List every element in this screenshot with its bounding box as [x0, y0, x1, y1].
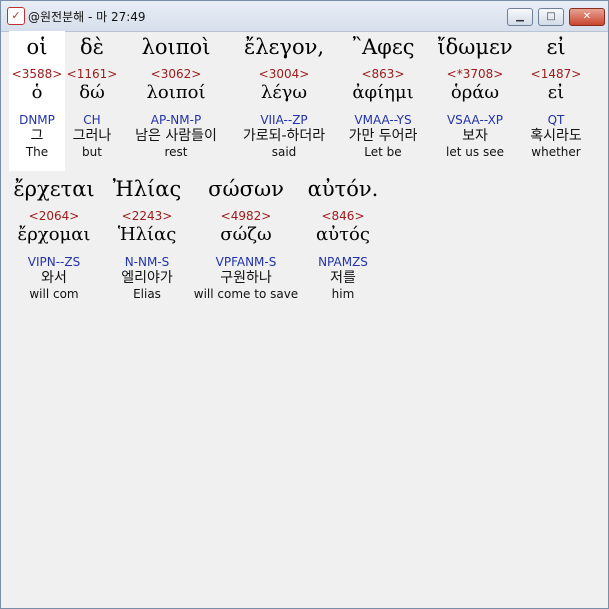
english-gloss: rest — [164, 145, 188, 159]
morphology-code: VIPN--ZS — [27, 255, 81, 269]
app-icon[interactable]: ✓ — [7, 7, 25, 25]
lemma: λοιποί — [146, 82, 206, 103]
greek-word: ἴδωμεν — [437, 35, 513, 59]
strong-number[interactable]: <1487> — [521, 67, 591, 81]
close-button[interactable]: ✕ — [569, 8, 605, 26]
strong-number[interactable]: <3062> — [123, 67, 229, 81]
strong-number[interactable]: <*3708> — [433, 67, 517, 81]
close-icon: ✕ — [582, 11, 592, 22]
interlinear-content: οἱ <3588> ὁ DNMP 그 The δὲ <1161> δώ CH 그… — [1, 31, 608, 608]
lemma: εἰ — [547, 82, 565, 103]
greek-word: ἔλεγον, — [243, 35, 325, 59]
morphology-code: VPFANM-S — [215, 255, 277, 269]
english-gloss: said — [271, 145, 297, 159]
greek-word: ἔρχεται — [13, 177, 95, 201]
greek-word: λοιποὶ — [141, 35, 211, 59]
korean-gloss: 보자 — [462, 128, 488, 144]
greek-word: ῍Αφες — [351, 35, 415, 59]
lemma: δώ — [79, 82, 105, 103]
korean-gloss: 혹시라도 — [530, 128, 582, 144]
korean-gloss: 구원하나 — [220, 270, 272, 286]
word-block[interactable]: λοιποὶ <3062> λοιποί AP-NM-P 남은 사람들이 res… — [123, 33, 229, 159]
morphology-code: NPAMZS — [318, 255, 368, 269]
strong-number[interactable]: <846> — [303, 209, 383, 223]
lemma: σώζω — [220, 224, 272, 245]
korean-gloss: 그 — [30, 128, 44, 144]
lemma: Ἡλίας — [117, 224, 177, 245]
lemma: ὁ — [31, 82, 43, 103]
word-block[interactable]: δὲ <1161> δώ CH 그러나 but — [65, 33, 119, 159]
morphology-code: VSAA--XP — [446, 113, 504, 127]
word-block[interactable]: σώσων <4982> σώζω VPFANM-S 구원하나 will com… — [193, 175, 299, 301]
greek-word: σώσων — [208, 177, 284, 201]
word-block[interactable]: ῍Αφες <863> ἀφίημι VMAA--YS 가만 두어라 Let b… — [337, 33, 429, 159]
english-gloss: but — [82, 145, 102, 159]
morphology-code: VIIA--ZP — [260, 113, 308, 127]
morphology-code: N-NM-S — [124, 255, 170, 269]
strong-number[interactable]: <863> — [337, 67, 429, 81]
english-gloss: will com — [29, 287, 79, 301]
lemma: λέγω — [260, 82, 308, 103]
minimize-button[interactable]: ▁ — [507, 8, 533, 26]
korean-gloss: 와서 — [41, 270, 67, 286]
korean-gloss: 가로되-하더라 — [242, 128, 326, 144]
morphology-code: VMAA--YS — [354, 113, 412, 127]
lemma: ἔρχομαι — [17, 224, 91, 245]
english-gloss: let us see — [446, 145, 504, 159]
english-gloss: Let be — [364, 145, 402, 159]
title-bar[interactable]: ✓ @원전분해 - 마 27:49 ▁ □ ✕ — [1, 1, 608, 32]
maximize-button[interactable]: □ — [538, 8, 564, 26]
strong-number[interactable]: <4982> — [193, 209, 299, 223]
greek-word: οἱ — [26, 35, 48, 59]
strong-number[interactable]: <2243> — [103, 209, 191, 223]
strong-number[interactable]: <3004> — [233, 67, 335, 81]
english-gloss: him — [331, 287, 355, 301]
greek-word: δὲ — [80, 35, 104, 59]
greek-word: Ἠλίας — [112, 177, 182, 201]
word-block[interactable]: εἰ <1487> εἰ QT 혹시라도 whether — [521, 33, 591, 159]
korean-gloss: 남은 사람들이 — [135, 128, 217, 144]
english-gloss: Elias — [133, 287, 161, 301]
english-gloss: whether — [531, 145, 581, 159]
greek-word: εἰ — [546, 35, 566, 59]
maximize-icon: □ — [546, 11, 556, 22]
korean-gloss: 저를 — [330, 270, 356, 286]
greek-word: αὐτόν. — [307, 177, 379, 201]
english-gloss: The — [25, 145, 49, 159]
app-window: ✓ @원전분해 - 마 27:49 ▁ □ ✕ οἱ <3588> ὁ DNMP… — [0, 0, 609, 609]
lemma: ἀφίημι — [352, 82, 414, 103]
window-title: @원전분해 - 마 27:49 — [28, 10, 146, 24]
strong-number[interactable]: <1161> — [65, 67, 119, 81]
morphology-code: CH — [83, 113, 101, 127]
strong-number[interactable]: <3588> — [9, 67, 65, 81]
word-block[interactable]: ἴδωμεν <*3708> ὁράω VSAA--XP 보자 let us s… — [433, 33, 517, 159]
korean-gloss: 가만 두어라 — [348, 128, 418, 144]
morphology-code: AP-NM-P — [150, 113, 202, 127]
morphology-code: DNMP — [19, 113, 55, 127]
word-block[interactable]: οἱ <3588> ὁ DNMP 그 The — [9, 33, 65, 159]
korean-gloss: 엘리야가 — [121, 270, 173, 286]
morphology-code: QT — [547, 113, 565, 127]
english-gloss: will come to save — [193, 287, 299, 301]
word-block[interactable]: ἔλεγον, <3004> λέγω VIIA--ZP 가로되-하더라 sai… — [233, 33, 335, 159]
lemma: ὁράω — [450, 82, 500, 103]
lemma: αὐτός — [316, 224, 370, 245]
word-block[interactable]: Ἠλίας <2243> Ἡλίας N-NM-S 엘리야가 Elias — [103, 175, 191, 301]
minimize-icon: ▁ — [516, 11, 524, 22]
strong-number[interactable]: <2064> — [9, 209, 99, 223]
korean-gloss: 그러나 — [72, 128, 112, 144]
word-block[interactable]: ἔρχεται <2064> ἔρχομαι VIPN--ZS 와서 will … — [9, 175, 99, 301]
word-block[interactable]: αὐτόν. <846> αὐτός NPAMZS 저를 him — [303, 175, 383, 301]
